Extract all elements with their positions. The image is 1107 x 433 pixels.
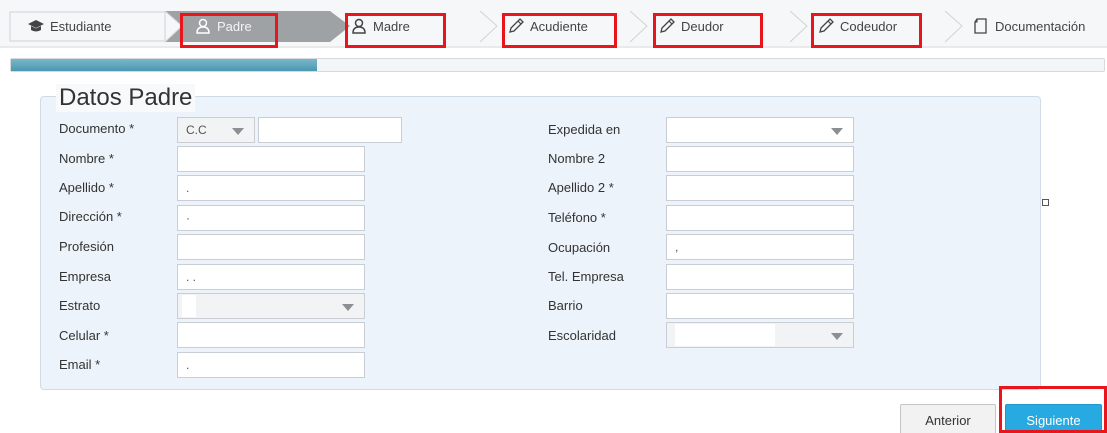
escolaridad-label: Escolaridad	[548, 328, 616, 343]
estrato-value-mask	[182, 295, 196, 317]
escolaridad-value-mask	[675, 324, 775, 346]
celular-input[interactable]	[177, 322, 365, 348]
celular-label: Celular *	[59, 328, 109, 343]
small-square-marker	[1042, 199, 1049, 206]
pencil-icon	[819, 18, 834, 33]
nombre-label: Nombre *	[59, 151, 114, 166]
apellido-input[interactable]	[177, 175, 365, 201]
profesion-input[interactable]	[177, 234, 365, 260]
nombre2-label: Nombre 2	[548, 151, 606, 166]
profesion-label: Profesión	[59, 239, 114, 254]
pencil-icon	[509, 18, 524, 33]
documento-label: Documento *	[59, 121, 135, 136]
step-deudor[interactable]: Deudor	[658, 15, 724, 37]
direccion-input[interactable]	[177, 205, 365, 231]
ocupacion-input[interactable]	[666, 234, 854, 260]
estrato-select[interactable]	[177, 293, 365, 319]
document-icon	[974, 18, 987, 34]
step-codeudor[interactable]: Codeudor	[817, 15, 897, 37]
chevron-down-icon	[831, 333, 843, 340]
expedida-select[interactable]	[666, 117, 854, 143]
empresa-label: Empresa	[59, 269, 112, 284]
barrio-label: Barrio	[548, 298, 583, 313]
nombre-input[interactable]	[177, 146, 365, 172]
progress-fill	[11, 59, 318, 71]
ocupacion-label: Ocupación	[548, 240, 611, 255]
documento-type-select[interactable]: C.C	[177, 117, 255, 143]
active-step-shape	[165, 11, 350, 42]
escolaridad-select[interactable]	[666, 322, 854, 348]
chevron-down-icon	[342, 304, 354, 311]
apellido2-input[interactable]	[666, 175, 854, 201]
email-label: Email *	[59, 357, 101, 372]
graduation-cap-icon	[28, 20, 44, 32]
estrato-label: Estrato	[59, 298, 101, 313]
step-label: Acudiente	[530, 18, 588, 34]
step-label: Codeudor	[840, 18, 898, 34]
apellido2-label: Apellido 2 *	[548, 180, 614, 195]
user-icon	[196, 18, 210, 34]
tel-empresa-input[interactable]	[666, 264, 854, 290]
progress-bar	[10, 58, 1105, 72]
step-label: Estudiante	[50, 18, 112, 34]
wizard-steps: Estudiante Padre Madre Acudiente Deudor	[0, 0, 1107, 48]
step-label: Padre	[217, 18, 252, 34]
step-madre[interactable]: Madre	[350, 15, 410, 37]
chevron-down-icon	[232, 128, 244, 135]
step-acudiente[interactable]: Acudiente	[507, 15, 588, 37]
step-label: Documentación	[995, 18, 1086, 34]
apellido-label: Apellido *	[59, 180, 114, 195]
documento-type-value: C.C	[186, 123, 207, 137]
documento-number-input[interactable]	[258, 117, 402, 143]
step-label: Deudor	[681, 18, 724, 34]
pencil-icon	[660, 18, 675, 33]
expedida-label: Expedida en	[548, 122, 621, 137]
nombre2-input[interactable]	[666, 146, 854, 172]
chevron-down-icon	[831, 128, 843, 135]
siguiente-button[interactable]: Siguiente	[1005, 404, 1102, 433]
telefono-input[interactable]	[666, 205, 854, 231]
user-icon	[352, 18, 366, 34]
anterior-button[interactable]: Anterior	[900, 404, 996, 433]
step-documentacion[interactable]: Documentación	[972, 15, 1085, 37]
form-title: Datos Padre	[56, 84, 196, 112]
step-padre[interactable]: Padre	[194, 15, 252, 37]
step-label: Madre	[373, 18, 410, 34]
barrio-input[interactable]	[666, 293, 854, 319]
direccion-label: Dirección *	[59, 209, 122, 224]
email-input[interactable]	[177, 352, 365, 378]
telefono-label: Teléfono *	[548, 210, 606, 225]
empresa-input[interactable]	[177, 264, 365, 290]
step-estudiante[interactable]: Estudiante	[27, 15, 111, 37]
tel-empresa-label: Tel. Empresa	[548, 269, 624, 284]
